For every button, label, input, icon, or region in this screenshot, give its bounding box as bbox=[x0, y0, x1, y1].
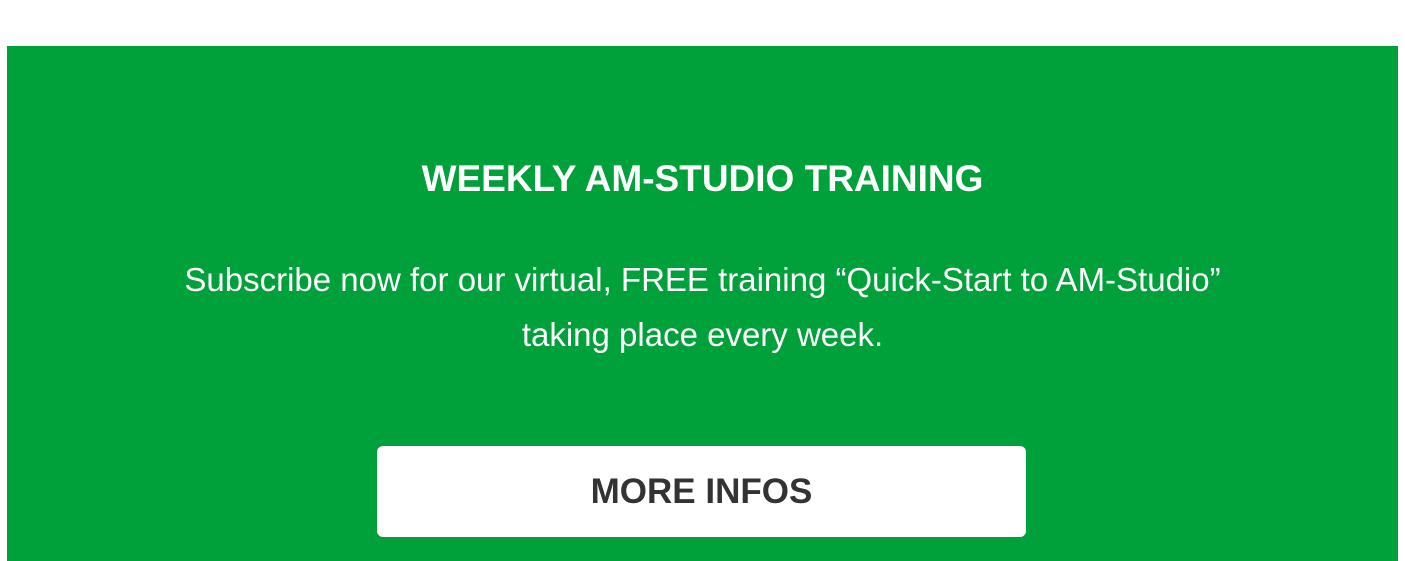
banner-title: WEEKLY AM-STUDIO TRAINING bbox=[421, 158, 984, 199]
banner-description-line-1: Subscribe now for our virtual, FREE trai… bbox=[184, 261, 1221, 298]
banner-description: Subscribe now for our virtual, FREE trai… bbox=[7, 252, 1398, 362]
more-infos-button-label: MORE INFOS bbox=[590, 471, 813, 511]
training-banner: WEEKLY AM-STUDIO TRAINING Subscribe now … bbox=[7, 46, 1398, 561]
banner-description-line-2: taking place every week. bbox=[521, 316, 884, 353]
more-infos-button[interactable]: MORE INFOS bbox=[377, 446, 1026, 537]
